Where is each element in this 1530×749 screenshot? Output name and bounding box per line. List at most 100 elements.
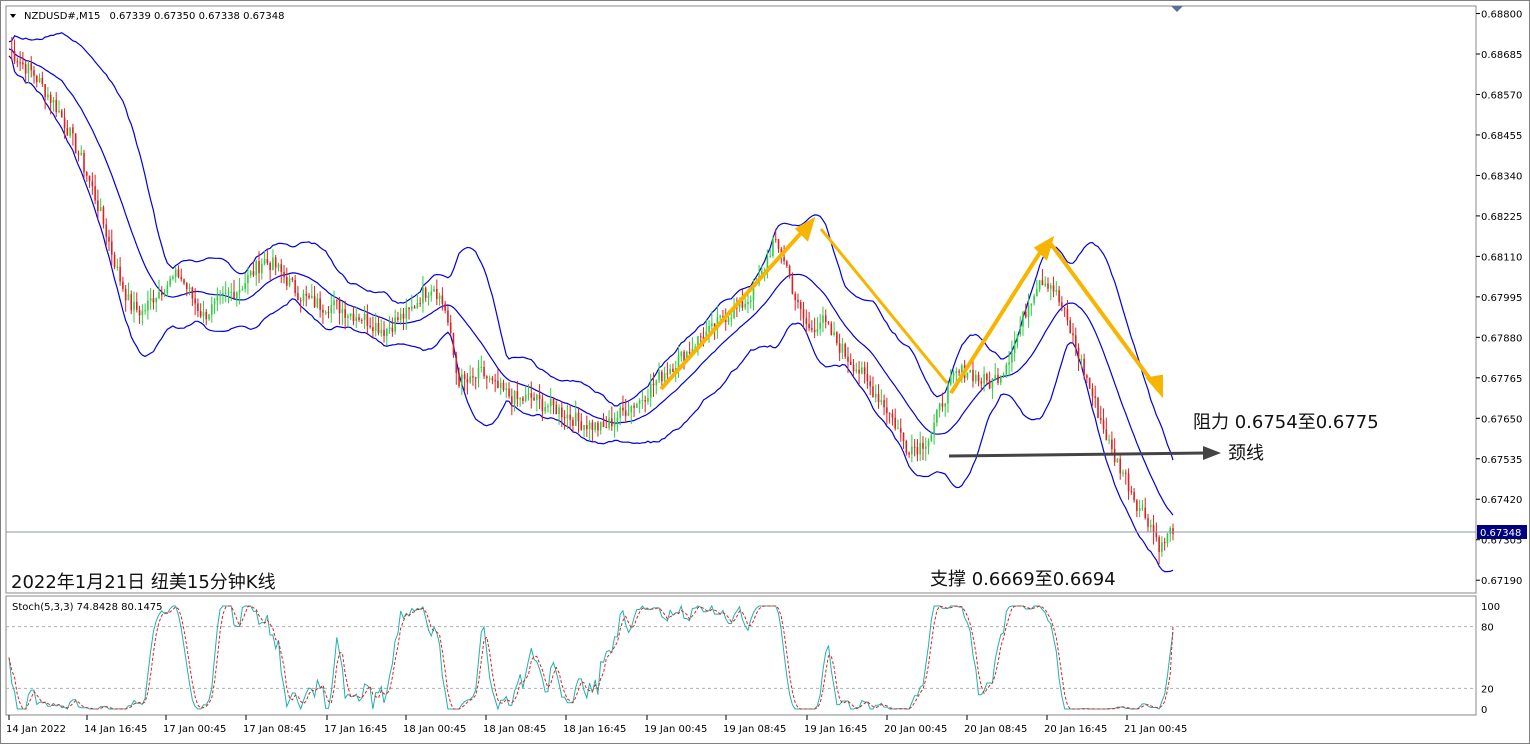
candle-body <box>499 382 502 389</box>
candle-body <box>1105 429 1108 441</box>
candle-body <box>516 391 519 400</box>
candle-body <box>302 293 305 301</box>
candle-body <box>22 62 24 65</box>
candle-body <box>477 368 480 379</box>
candle-body <box>74 133 77 154</box>
candle-body <box>197 303 199 312</box>
candle-body <box>399 313 402 320</box>
candle-body <box>338 300 341 314</box>
candle-body <box>402 313 405 319</box>
candle-body <box>158 291 160 298</box>
candle-body <box>160 291 163 296</box>
candle-body <box>58 110 60 113</box>
candle-body <box>269 263 271 271</box>
candle-body <box>880 400 883 403</box>
candle-body <box>669 368 671 374</box>
candle-body <box>1022 311 1024 327</box>
current-price-label: 0.67348 <box>1480 528 1521 539</box>
candle-body <box>397 317 399 320</box>
candle-body <box>405 307 408 319</box>
candle-body <box>941 403 944 407</box>
candle-body <box>794 293 796 301</box>
candle-body <box>947 384 949 404</box>
candle-body <box>524 394 527 402</box>
candle-body <box>1055 290 1058 292</box>
candle-body <box>922 442 924 449</box>
candle-body <box>60 110 63 118</box>
candle-body <box>658 371 660 381</box>
candle-body <box>266 259 269 264</box>
candle-body <box>147 300 149 311</box>
candle-body <box>988 380 991 389</box>
candle-body <box>322 309 324 313</box>
candle-body <box>308 295 310 298</box>
candle-body <box>638 400 641 404</box>
candle-body <box>277 264 280 268</box>
candle-body <box>588 422 591 430</box>
price-tick-label: 0.68225 <box>1481 212 1522 223</box>
candle-body <box>105 224 108 237</box>
candle-body <box>138 309 141 316</box>
candle-body <box>877 394 880 403</box>
candle-body <box>577 412 580 422</box>
candle-body <box>1002 374 1005 376</box>
candle-body <box>327 312 330 314</box>
candle-body <box>688 351 691 354</box>
candle-body <box>808 323 810 329</box>
candle-body <box>1111 439 1113 450</box>
candle-body <box>63 117 66 129</box>
candle-body <box>680 351 683 357</box>
candle-body <box>1033 295 1035 304</box>
candle-body <box>938 403 941 411</box>
candle-body <box>374 323 377 332</box>
candle-body <box>66 128 69 136</box>
candle-body <box>991 378 994 389</box>
candle-body <box>627 412 630 416</box>
price-tick-label: 0.67190 <box>1481 576 1522 587</box>
candle-body <box>891 413 894 418</box>
candle-body <box>647 397 649 402</box>
candle-body <box>641 400 644 402</box>
candle-body <box>130 294 133 311</box>
candle-body <box>616 417 619 422</box>
candle-body <box>908 452 910 455</box>
candle-body <box>894 417 896 429</box>
candle-body <box>847 356 849 362</box>
candle-body <box>44 84 46 98</box>
candle-body <box>644 400 646 402</box>
stoch-header: Stoch(5,3,3) 74.8428 80.1475 <box>12 602 163 613</box>
price-tick-label: 0.67650 <box>1481 414 1522 425</box>
candle-body <box>1044 283 1047 286</box>
candle-body <box>636 403 638 408</box>
candle-body <box>88 175 91 181</box>
candle-body <box>77 153 80 155</box>
candle-body <box>155 297 158 303</box>
candle-body <box>888 413 891 415</box>
candle-body <box>19 62 21 64</box>
candle-body <box>1058 290 1060 303</box>
candle-body <box>13 50 16 62</box>
candle-body <box>488 378 491 380</box>
neckline-label: 颈线 <box>1228 443 1264 464</box>
candle-body <box>1088 377 1091 389</box>
time-tick-label: 19 Jan 08:45 <box>723 724 786 735</box>
candle-body <box>358 317 360 321</box>
candle-body <box>102 207 105 225</box>
candle-body <box>419 302 421 304</box>
candle-body <box>1024 311 1027 318</box>
candle-body <box>224 292 227 294</box>
chart-svg: NZDUSD#,M15 0.67339 0.67350 0.67338 0.67… <box>5 5 1527 735</box>
candle-body <box>602 421 605 427</box>
candle-body <box>144 310 146 312</box>
candle-body <box>238 290 241 293</box>
candle-body <box>1152 525 1155 533</box>
candle-body <box>1061 302 1063 308</box>
candle-body <box>261 264 263 274</box>
candle-body <box>666 373 669 375</box>
candle-body <box>1013 342 1016 353</box>
candle-body <box>833 332 835 335</box>
candle-body <box>1133 492 1135 501</box>
candle-body <box>424 287 427 298</box>
candle-body <box>469 376 471 383</box>
candle-body <box>497 380 499 389</box>
